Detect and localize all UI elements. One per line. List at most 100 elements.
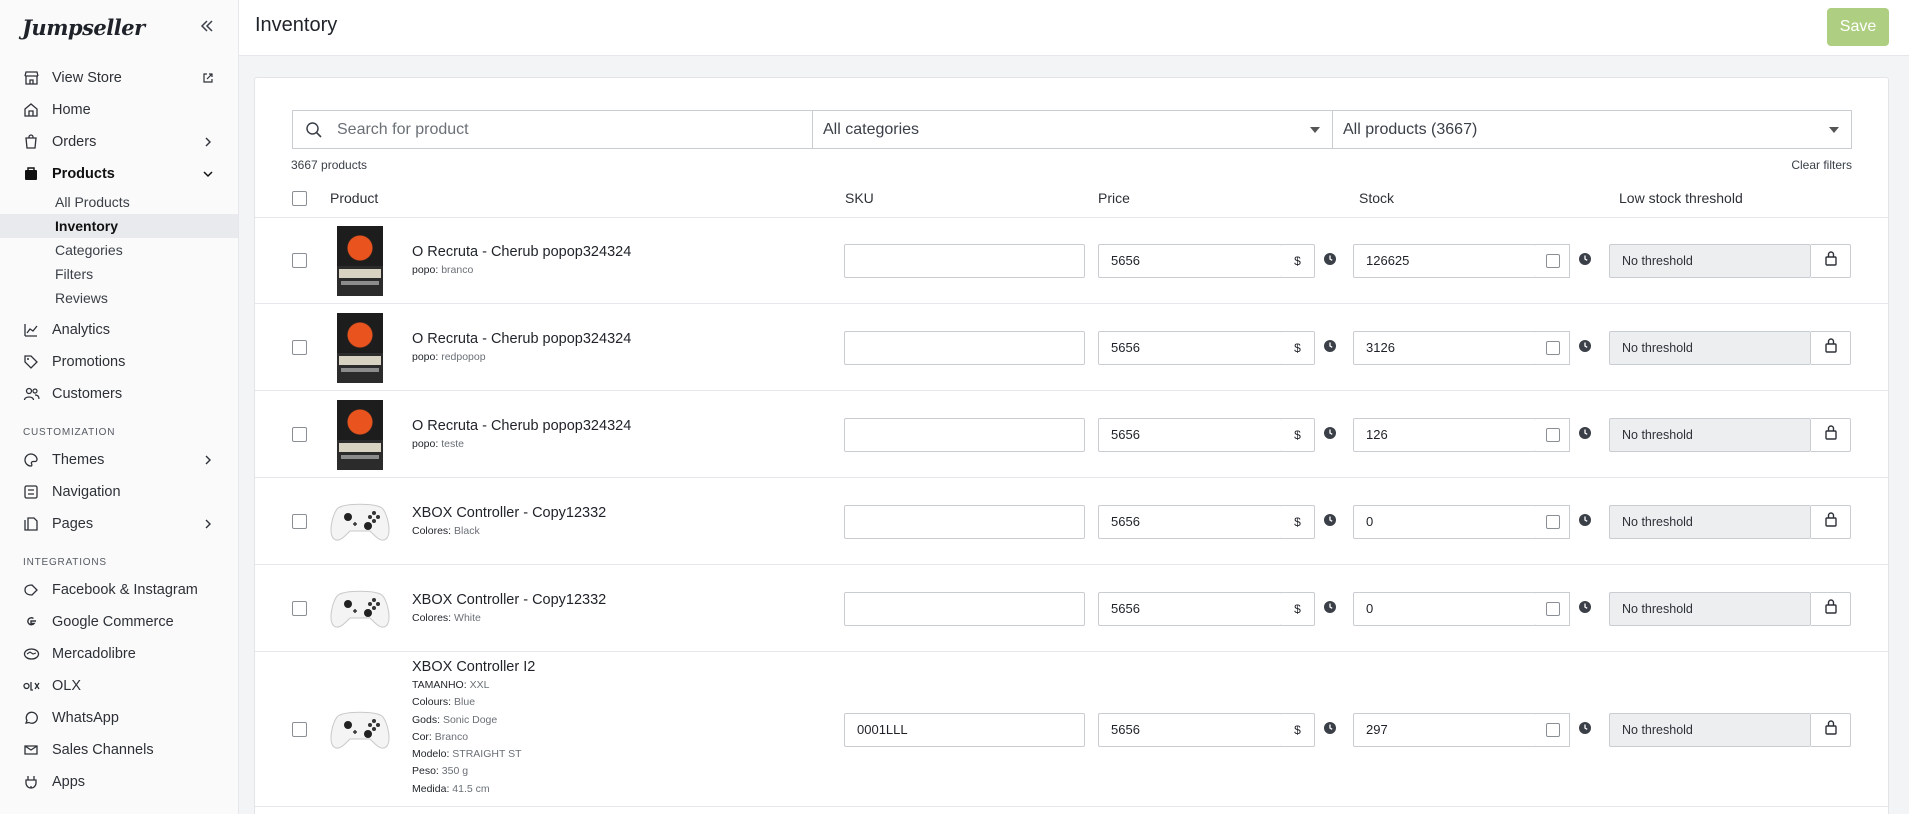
sidebar-item-whatsapp[interactable]: WhatsApp (0, 702, 238, 734)
stock-history-clock-icon[interactable] (1578, 339, 1592, 353)
list-icon (22, 483, 40, 501)
unlimited-stock-checkbox[interactable] (1545, 427, 1560, 442)
stock-input[interactable]: 0 (1353, 591, 1537, 626)
collapse-sidebar-button[interactable] (197, 16, 217, 36)
variant-attribute-key: Cor: (412, 730, 432, 743)
low-stock-threshold-input[interactable]: No threshold (1609, 712, 1811, 747)
threshold-lock-button[interactable] (1811, 712, 1851, 747)
price-history-clock-icon[interactable] (1323, 721, 1337, 735)
save-button[interactable]: Save (1827, 8, 1889, 46)
variant-attribute: TAMANHO: XXL (412, 677, 522, 694)
price-history-clock-icon[interactable] (1323, 600, 1337, 614)
threshold-lock-button[interactable] (1811, 504, 1851, 539)
product-name[interactable]: XBOX Controller I2 (412, 659, 535, 675)
price-history-clock-icon[interactable] (1323, 339, 1337, 353)
sku-input[interactable] (844, 330, 1085, 365)
low-stock-threshold-input[interactable]: No threshold (1609, 243, 1811, 278)
category-select-value: All categories (823, 120, 920, 138)
stock-input[interactable]: 297 (1353, 712, 1537, 747)
unlimited-stock-checkbox[interactable] (1545, 340, 1560, 355)
variant-attribute: Gods: Sonic Doge (412, 712, 522, 729)
price-history-clock-icon[interactable] (1323, 252, 1337, 266)
stock-history-clock-icon[interactable] (1578, 721, 1592, 735)
product-name[interactable]: XBOX Controller - Copy12332 (412, 505, 606, 521)
stock-input[interactable]: 3126 (1353, 330, 1537, 365)
price-input[interactable]: 5656 (1098, 591, 1282, 626)
stock-history-clock-icon[interactable] (1578, 513, 1592, 527)
product-name[interactable]: O Recruta - Cherub popop324324 (412, 331, 631, 347)
sidebar-subitem-categories[interactable]: Categories (0, 238, 238, 262)
select-all-checkbox[interactable] (292, 191, 307, 206)
stock-input[interactable]: 0 (1353, 504, 1537, 539)
sidebar-item-label: Home (52, 102, 91, 118)
row-checkbox[interactable] (292, 426, 307, 442)
unlimited-stock-checkbox[interactable] (1545, 514, 1560, 529)
threshold-lock-button[interactable] (1811, 330, 1851, 365)
product-name[interactable]: O Recruta - Cherub popop324324 (412, 418, 631, 434)
stock-history-clock-icon[interactable] (1578, 252, 1592, 266)
sidebar-item-olx[interactable]: OLX (0, 670, 238, 702)
sidebar-item-themes[interactable]: Themes (0, 444, 238, 476)
variant-attribute-key: Colores: (412, 524, 452, 537)
unlimited-stock-checkbox[interactable] (1545, 722, 1560, 737)
price-input[interactable]: 5656 (1098, 712, 1282, 747)
sidebar-subitem-inventory[interactable]: Inventory (0, 214, 238, 238)
row-checkbox[interactable] (292, 513, 307, 529)
sidebar-item-orders[interactable]: Orders (0, 126, 238, 158)
variant-attribute: Medida: 41.5 cm (412, 781, 522, 798)
price-history-clock-icon[interactable] (1323, 426, 1337, 440)
sku-input[interactable] (844, 243, 1085, 278)
price-input[interactable]: 5656 (1098, 243, 1282, 278)
sku-input[interactable] (844, 504, 1085, 539)
sidebar-item-products[interactable]: Products (0, 158, 238, 190)
stock-input[interactable]: 126 (1353, 417, 1537, 452)
sidebar-item-apps[interactable]: Apps (0, 766, 238, 798)
threshold-lock-button[interactable] (1811, 243, 1851, 278)
low-stock-threshold-input[interactable]: No threshold (1609, 504, 1811, 539)
search-input[interactable] (337, 120, 777, 139)
price-input[interactable]: 5656 (1098, 330, 1282, 365)
stock-history-clock-icon[interactable] (1578, 600, 1592, 614)
sidebar-item-view-store[interactable]: View Store (0, 62, 238, 94)
row-checkbox[interactable] (292, 252, 307, 268)
sidebar-item-promotions[interactable]: Promotions (0, 346, 238, 378)
price-input[interactable]: 5656 (1098, 417, 1282, 452)
unlimited-stock-checkbox[interactable] (1545, 253, 1560, 268)
sidebar-subitem-filters[interactable]: Filters (0, 262, 238, 286)
products-select[interactable]: All products (3667) (1333, 111, 1851, 148)
sidebar-item-google-commerce[interactable]: Google Commerce (0, 606, 238, 638)
sidebar-item-customers[interactable]: Customers (0, 378, 238, 410)
category-select[interactable]: All categories (813, 111, 1333, 148)
row-checkbox[interactable] (292, 721, 307, 737)
sidebar-item-sales-channels[interactable]: Sales Channels (0, 734, 238, 766)
sidebar-item-facebook-instagram[interactable]: Facebook & Instagram (0, 574, 238, 606)
brand-logo[interactable]: Jumpseller (22, 14, 145, 40)
sidebar-item-home[interactable]: Home (0, 94, 238, 126)
sidebar-item-analytics[interactable]: Analytics (0, 314, 238, 346)
product-thumbnail (330, 487, 390, 557)
sku-input[interactable]: 0001LLL (844, 712, 1085, 747)
low-stock-threshold-input[interactable]: No threshold (1609, 417, 1811, 452)
price-history-clock-icon[interactable] (1323, 513, 1337, 527)
row-checkbox[interactable] (292, 600, 307, 616)
product-name[interactable]: XBOX Controller - Copy12332 (412, 592, 606, 608)
clear-filters-link[interactable]: Clear filters (1791, 158, 1852, 172)
stock-history-clock-icon[interactable] (1578, 426, 1592, 440)
low-stock-threshold-input[interactable]: No threshold (1609, 591, 1811, 626)
stock-input[interactable]: 126625 (1353, 243, 1537, 278)
sidebar-subitem-all-products[interactable]: All Products (0, 190, 238, 214)
threshold-lock-button[interactable] (1811, 591, 1851, 626)
low-stock-threshold-input[interactable]: No threshold (1609, 330, 1811, 365)
threshold-lock-button[interactable] (1811, 417, 1851, 452)
sku-input[interactable] (844, 591, 1085, 626)
row-checkbox[interactable] (292, 339, 307, 355)
sidebar-item-mercadolibre[interactable]: Mercadolibre (0, 638, 238, 670)
product-name[interactable]: O Recruta - Cherub popop324324 (412, 244, 631, 260)
sidebar-item-navigation[interactable]: Navigation (0, 476, 238, 508)
price-input[interactable]: 5656 (1098, 504, 1282, 539)
unlimited-stock-checkbox[interactable] (1545, 601, 1560, 616)
sidebar-item-pages[interactable]: Pages (0, 508, 238, 540)
sku-input[interactable] (844, 417, 1085, 452)
sidebar-subitem-reviews[interactable]: Reviews (0, 286, 238, 310)
xbox-controller-image (328, 708, 392, 752)
